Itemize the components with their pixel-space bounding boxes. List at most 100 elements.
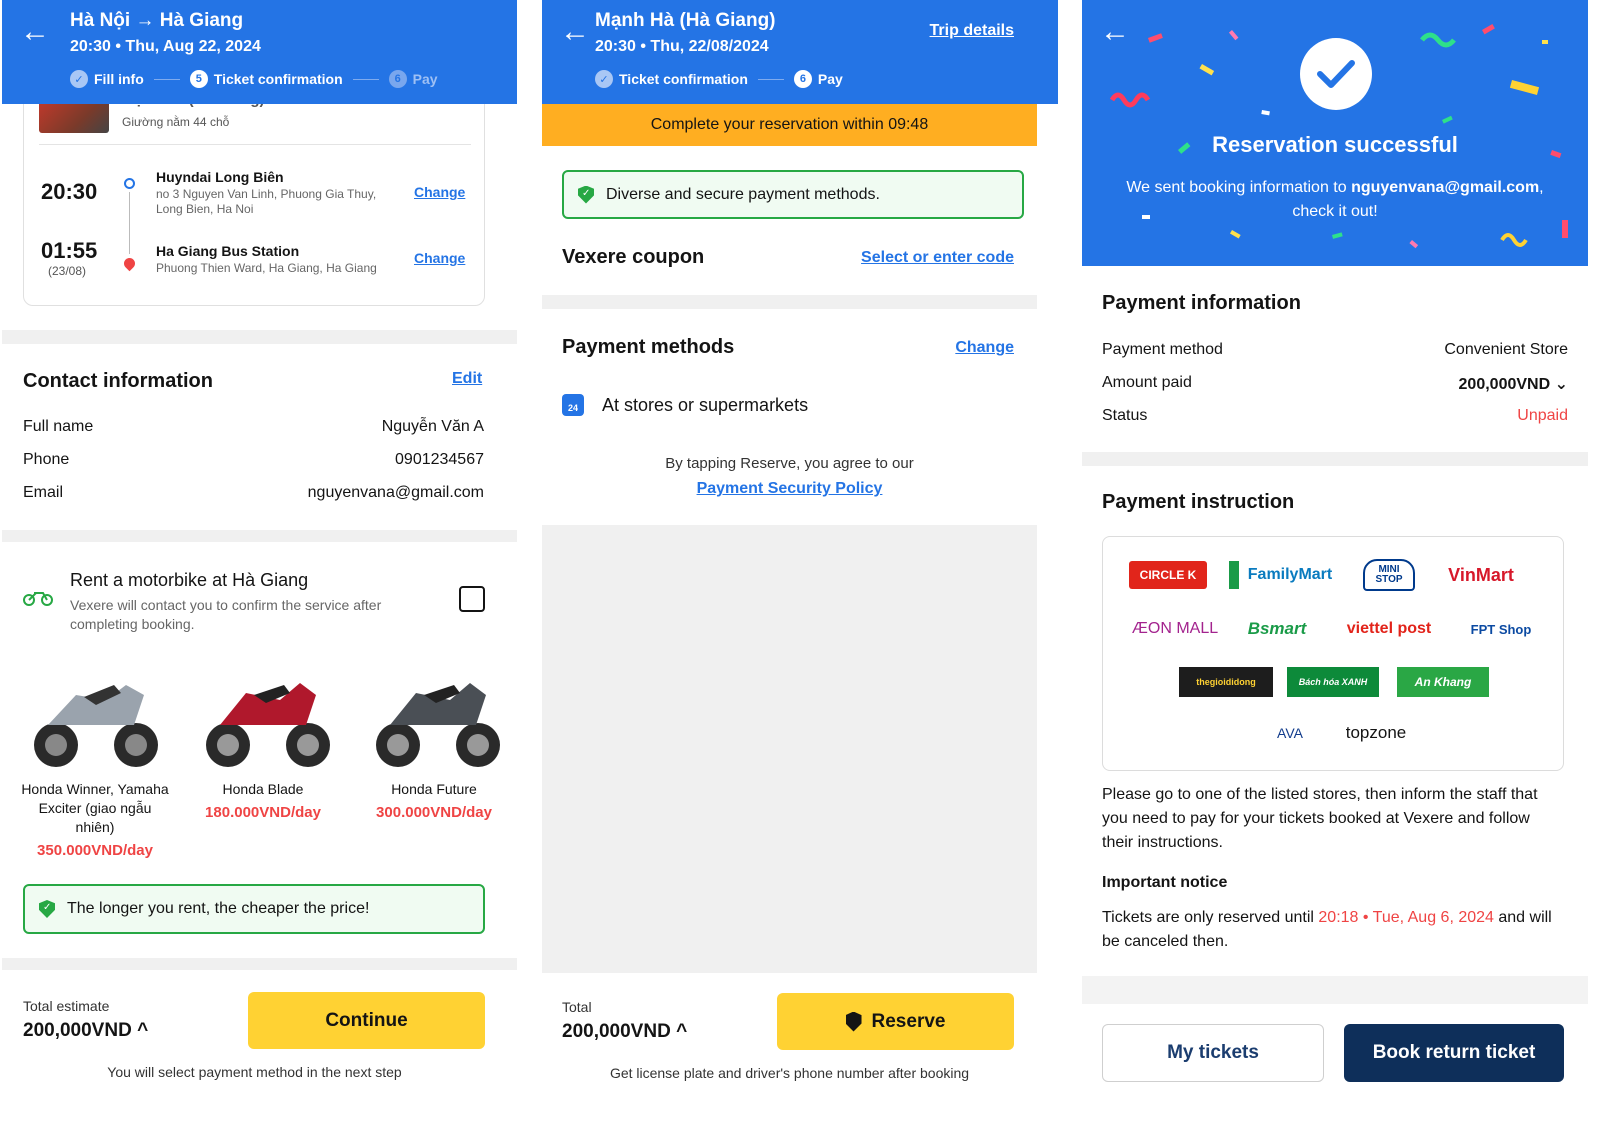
screen-payment: ← Mạnh Hà (Hà Giang) 20:30 • Thu, 22/08/… xyxy=(542,0,1058,1121)
total-label: Total xyxy=(562,999,592,1015)
change-dropoff-link[interactable]: Change xyxy=(414,250,465,266)
ministop-logo: MINI STOP xyxy=(1363,559,1415,591)
message-text: check it out! xyxy=(1292,203,1378,220)
step-ticket-confirmation: 5 Ticket confirmation xyxy=(189,70,343,88)
notice-date: Tue, Aug 6, 2024 xyxy=(1372,909,1494,926)
screen-trip-confirmation: Mạnh Hà (Hà Giang) Giường nằm 44 chỗ 20:… xyxy=(2,0,517,1121)
important-notice-title: Important notice xyxy=(1102,874,1228,891)
instruction-text: Please go to one of the listed stores, t… xyxy=(1102,786,1538,851)
bike-name: Honda Future xyxy=(391,781,477,797)
vinmart-logo: VinMart xyxy=(1448,564,1514,585)
total-value[interactable]: 200,000VND ^ xyxy=(23,1020,148,1042)
my-tickets-button[interactable]: My tickets xyxy=(1102,1024,1324,1082)
check-icon: ✓ xyxy=(595,70,613,88)
bike-price: 350.000VND/day xyxy=(37,842,153,859)
phone-value: 0901234567 xyxy=(395,451,484,468)
header: ← Hà Nội → Hà Giang 20:30 • Thu, Aug 22,… xyxy=(2,0,517,104)
email-label: Email xyxy=(23,484,64,501)
back-arrow-icon[interactable]: ← xyxy=(20,17,50,47)
header: ← Mạnh Hà (Hà Giang) 20:30 • Thu, 22/08/… xyxy=(542,0,1058,104)
bsmart-logo: Bsmart xyxy=(1247,619,1307,638)
an-khang-logo: An Khang xyxy=(1397,667,1489,697)
step-label: Pay xyxy=(412,71,438,87)
operator-title: Mạnh Hà (Hà Giang) xyxy=(595,10,776,31)
rental-checkbox[interactable] xyxy=(459,586,485,612)
continue-button[interactable]: Continue xyxy=(248,992,485,1049)
email-value: nguyenvana@gmail.com xyxy=(307,484,484,501)
bike-name: Honda Winner, Yamaha Exciter (giao ngẫu … xyxy=(21,781,169,835)
status-value: Unpaid xyxy=(1517,407,1568,424)
step-ticket-confirmation: ✓ Ticket confirmation xyxy=(595,70,748,88)
message-text: , xyxy=(1539,179,1544,196)
bike-image-winner xyxy=(34,685,158,767)
footer-note: You will select payment method in the ne… xyxy=(107,1064,402,1080)
change-pickup-link[interactable]: Change xyxy=(414,184,465,200)
select-coupon-link[interactable]: Select or enter code xyxy=(861,249,1014,267)
success-title: Reservation successful xyxy=(1212,132,1458,157)
route-title: Hà Nội → Hà Giang xyxy=(70,10,244,31)
trip-card: Mạnh Hà (Hà Giang) Giường nằm 44 chỗ 20:… xyxy=(23,80,485,306)
reserve-button[interactable]: Reserve xyxy=(777,993,1014,1050)
total-label: Total estimate xyxy=(23,998,110,1014)
check-icon: ✓ xyxy=(70,70,88,88)
secure-text: Diverse and secure payment methods. xyxy=(606,185,880,203)
payment-security-policy-link[interactable]: Payment Security Policy xyxy=(697,480,883,497)
email-highlight: nguyenvana@gmail.com xyxy=(1351,179,1540,196)
bike-image-blade xyxy=(206,683,330,767)
book-return-ticket-button[interactable]: Book return ticket xyxy=(1344,1024,1564,1082)
back-arrow-icon[interactable]: ← xyxy=(1100,17,1130,47)
secure-payment-banner: Diverse and secure payment methods. xyxy=(562,170,1024,219)
screen-reservation-success: ← Reservation successful We sent booking… xyxy=(1082,0,1600,1121)
vehicle-type: Giường nằm 44 chỗ xyxy=(122,115,230,129)
motorbike-icon xyxy=(23,588,53,606)
fpt-shop-logo: FPT Shop xyxy=(1470,621,1532,637)
arrive-time: 01:55 xyxy=(41,238,98,263)
bus-thumbnail xyxy=(39,101,109,133)
section-divider xyxy=(2,958,517,970)
notice-text: Tickets are only reserved until 20:18 • … xyxy=(1102,906,1572,954)
step-number: 6 xyxy=(793,70,812,88)
payment-methods-title: Payment methods xyxy=(562,336,735,358)
viettel-post-logo: viettel post xyxy=(1346,620,1432,637)
fullname-value: Nguyễn Văn A xyxy=(381,418,484,435)
agree-text: By tapping Reserve, you agree to our xyxy=(665,455,914,472)
back-arrow-icon[interactable]: ← xyxy=(560,17,590,47)
policy-row: Payment Security Policy xyxy=(542,480,1037,498)
notice-separator: • xyxy=(1358,909,1373,926)
total-value[interactable]: 200,000VND ^ xyxy=(562,1021,687,1043)
arrive-station: Ha Giang Bus Station xyxy=(156,243,300,259)
depart-address: no 3 Nguyen Van Linh, Phuong Gia Thuy, L… xyxy=(156,187,377,216)
bike-image-future xyxy=(376,683,500,767)
reserve-label: Reserve xyxy=(871,1010,946,1032)
change-payment-link[interactable]: Change xyxy=(955,339,1014,357)
trip-details-link[interactable]: Trip details xyxy=(930,22,1014,40)
dropoff-pin-icon xyxy=(121,255,138,272)
step-fill-info: ✓ Fill info xyxy=(70,70,144,88)
shield-check-icon xyxy=(39,900,55,918)
step-label: Fill info xyxy=(94,71,144,87)
section-divider xyxy=(2,530,517,542)
topzone-logo: topzone xyxy=(1345,723,1407,742)
section-divider xyxy=(542,295,1037,309)
arrive-date: (23/08) xyxy=(48,264,87,278)
book-return-label: Book return ticket xyxy=(1372,1042,1536,1063)
step-separator xyxy=(352,78,379,80)
rental-tip-text: The longer you rent, the cheaper the pri… xyxy=(67,900,370,917)
empty-area xyxy=(542,525,1037,973)
section-divider xyxy=(2,330,517,344)
store-logos-box: CIRCLE K FamilyMart MINI STOP VinMart ÆO… xyxy=(1102,536,1564,771)
contact-title: Contact information xyxy=(23,370,213,392)
rental-title: Rent a motorbike at Hà Giang xyxy=(70,570,309,590)
section-divider xyxy=(1082,452,1588,466)
aeon-mall-logo: ÆON MALL xyxy=(1131,620,1219,637)
reservation-timer: Complete your reservation within 09:48 xyxy=(542,104,1037,146)
payment-method-name: At stores or supermarkets xyxy=(602,395,809,415)
depart-station: Huyndai Long Biên xyxy=(156,169,284,185)
amount-value[interactable]: 200,000VND ⌄ xyxy=(1459,374,1568,394)
step-number: 5 xyxy=(189,70,208,88)
trip-datetime: 20:30 • Thu, 22/08/2024 xyxy=(595,38,769,55)
edit-contact-link[interactable]: Edit xyxy=(452,370,482,388)
bike-name: Honda Blade xyxy=(222,781,304,797)
payment-method-label: Payment method xyxy=(1102,341,1223,358)
rental-desc: Vexere will contact you to confirm the s… xyxy=(70,597,382,632)
